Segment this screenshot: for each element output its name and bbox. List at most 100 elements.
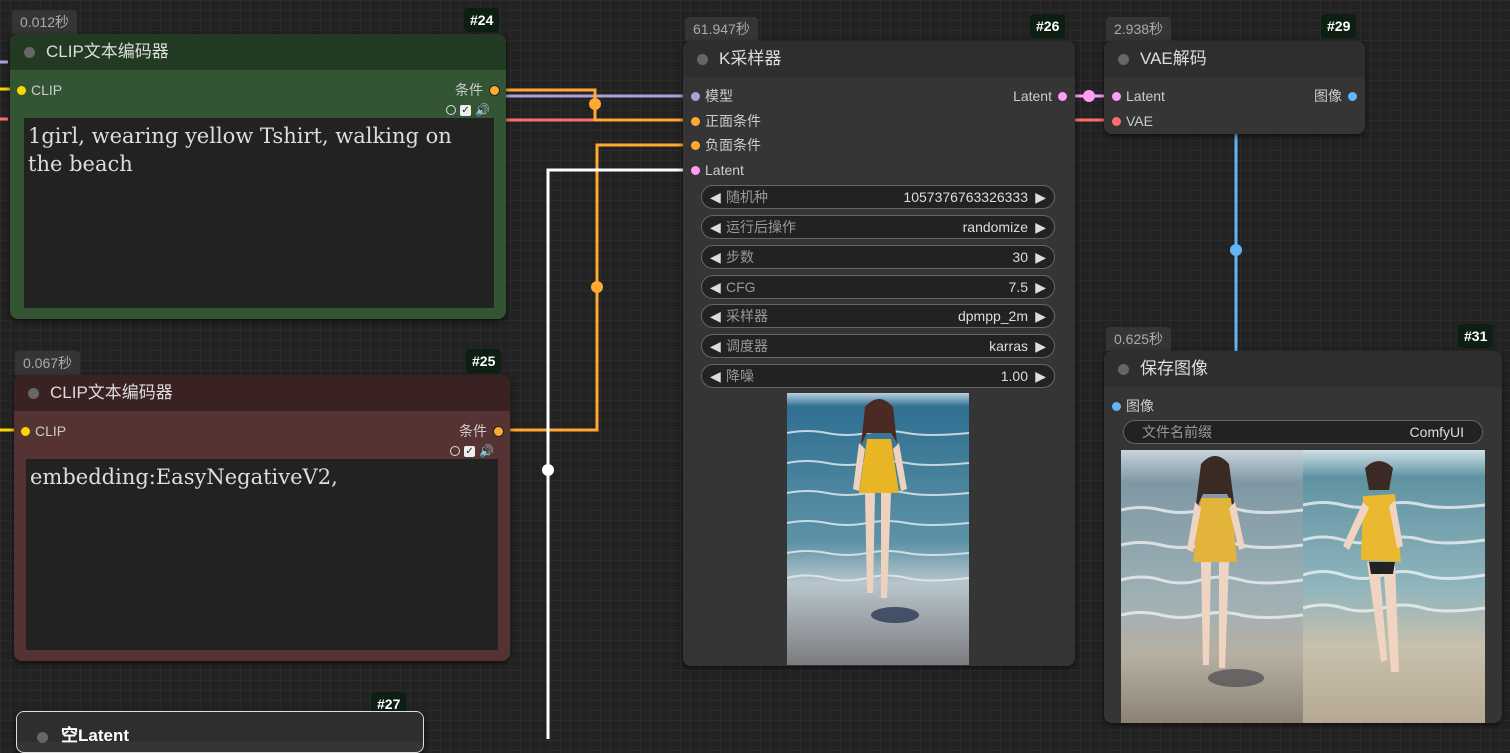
input-slot-clip[interactable]: CLIP	[17, 81, 62, 99]
beach-girl-preview-image	[787, 393, 969, 665]
input-slot-clip[interactable]: CLIP	[21, 422, 66, 440]
collapse-dot-icon[interactable]	[24, 47, 35, 58]
widget-value[interactable]: dpmpp_2m	[958, 305, 1028, 327]
widget-seed[interactable]: ◀ 随机种 1057376763326333 ▶	[701, 185, 1055, 209]
widget-value[interactable]: 1.00	[1001, 365, 1028, 387]
speaker-icon[interactable]: 🔊	[479, 444, 494, 458]
slot-label: 图像	[1126, 398, 1154, 414]
clip-text-encode-negative-node[interactable]: CLIP文本编码器 CLIP 条件 ✓ 🔊 embedding:EasyNegat…	[14, 375, 510, 661]
input-slot-image[interactable]: 图像	[1112, 397, 1154, 415]
node-title: 保存图像	[1140, 359, 1208, 378]
node-timer: 0.012秒	[12, 10, 78, 34]
decrement-arrow-icon[interactable]: ◀	[710, 365, 721, 387]
checkbox-icon[interactable]: ✓	[460, 104, 472, 116]
output-image-1[interactable]	[1121, 450, 1303, 723]
input-slot-model[interactable]: 模型	[691, 87, 733, 105]
conditioning-output-dot-icon[interactable]	[493, 425, 504, 437]
decrement-arrow-icon[interactable]: ◀	[710, 246, 721, 268]
input-slot-latent[interactable]: Latent	[691, 161, 744, 179]
clip-input-dot-icon[interactable]	[21, 426, 30, 436]
input-slot-positive[interactable]: 正面条件	[691, 112, 761, 130]
prompt-textarea[interactable]: 1girl, wearing yellow Tshirt, walking on…	[24, 118, 494, 308]
output-slot-conditioning[interactable]: 条件	[455, 81, 500, 99]
decrement-arrow-icon[interactable]: ◀	[710, 305, 721, 327]
node-title-bar[interactable]: K采样器	[683, 41, 1075, 77]
output-image-2[interactable]	[1303, 450, 1485, 723]
widget-sampler[interactable]: ◀ 采样器 dpmpp_2m ▶	[701, 304, 1055, 328]
node-title-bar[interactable]: VAE解码	[1104, 41, 1365, 77]
speaker-icon[interactable]: 🔊	[475, 103, 490, 117]
latent-output-dot-icon[interactable]	[1058, 91, 1067, 101]
widget-steps[interactable]: ◀ 步数 30 ▶	[701, 245, 1055, 269]
increment-arrow-icon[interactable]: ▶	[1035, 276, 1046, 298]
widget-denoise[interactable]: ◀ 降噪 1.00 ▶	[701, 364, 1055, 388]
model-input-dot-icon[interactable]	[691, 91, 700, 101]
clip-text-encode-positive-node[interactable]: CLIP文本编码器 CLIP 条件 ✓ 🔊 1girl, wearing yell…	[10, 34, 506, 319]
image-input-dot-icon[interactable]	[1112, 401, 1121, 411]
widget-cfg[interactable]: ◀ CFG 7.5 ▶	[701, 275, 1055, 299]
decrement-arrow-icon[interactable]: ◀	[710, 276, 721, 298]
negative-input-dot-icon[interactable]	[691, 140, 700, 150]
widget-label: 降噪	[726, 368, 754, 384]
node-title-bar[interactable]: 空Latent	[17, 712, 423, 745]
save-image-node[interactable]: 保存图像 图像 文件名前缀 ComfyUI	[1104, 351, 1502, 723]
widget-value[interactable]: ComfyUI	[1410, 421, 1464, 443]
output-slot-image[interactable]: 图像	[1314, 87, 1357, 105]
conditioning-output-dot-icon[interactable]	[489, 84, 500, 96]
output-slot-conditioning[interactable]: 条件	[459, 422, 504, 440]
checkbox-icon[interactable]: ✓	[464, 445, 476, 457]
decrement-arrow-icon[interactable]: ◀	[710, 335, 721, 357]
widget-value[interactable]: karras	[989, 335, 1028, 357]
widget-toggles: ✓ 🔊	[442, 103, 490, 117]
collapse-dot-icon[interactable]	[37, 732, 48, 743]
widget-control-after-generate[interactable]: ◀ 运行后操作 randomize ▶	[701, 215, 1055, 239]
increment-arrow-icon[interactable]: ▶	[1035, 246, 1046, 268]
decrement-arrow-icon[interactable]: ◀	[710, 186, 721, 208]
clip-input-dot-icon[interactable]	[17, 85, 26, 95]
node-title-bar[interactable]: CLIP文本编码器	[10, 34, 506, 70]
node-title: K采样器	[719, 49, 782, 68]
widget-filename-prefix[interactable]: 文件名前缀 ComfyUI	[1123, 420, 1483, 444]
increment-arrow-icon[interactable]: ▶	[1035, 365, 1046, 387]
vae-decode-node[interactable]: VAE解码 Latent VAE 图像	[1104, 41, 1365, 134]
slot-label: 正面条件	[705, 113, 761, 129]
output-slot-latent[interactable]: Latent	[1013, 87, 1067, 105]
widget-value[interactable]: 1057376763326333	[903, 186, 1028, 208]
vae-input-dot-icon[interactable]	[1112, 116, 1121, 126]
input-slot-negative[interactable]: 负面条件	[691, 136, 761, 154]
beach-girl-output-image-2	[1303, 450, 1485, 723]
input-slot-latent[interactable]: Latent	[1112, 87, 1165, 105]
link-image-reroute	[1230, 244, 1242, 256]
decrement-arrow-icon[interactable]: ◀	[710, 216, 721, 238]
node-timer: 2.938秒	[1106, 17, 1172, 41]
positive-input-dot-icon[interactable]	[691, 116, 700, 126]
node-title-bar[interactable]: CLIP文本编码器	[14, 375, 510, 411]
ksampler-node[interactable]: K采样器 模型 正面条件 负面条件 Latent Latent ◀ 随机种 10…	[683, 41, 1075, 666]
image-output-dot-icon[interactable]	[1348, 91, 1357, 101]
increment-arrow-icon[interactable]: ▶	[1035, 186, 1046, 208]
widget-value[interactable]: randomize	[963, 216, 1028, 238]
widget-value[interactable]: 7.5	[1009, 276, 1028, 298]
increment-arrow-icon[interactable]: ▶	[1035, 216, 1046, 238]
node-title: CLIP文本编码器	[50, 383, 173, 402]
increment-arrow-icon[interactable]: ▶	[1035, 305, 1046, 327]
collapse-dot-icon[interactable]	[1118, 364, 1129, 375]
collapse-dot-icon[interactable]	[1118, 54, 1129, 65]
collapse-dot-icon[interactable]	[28, 388, 39, 399]
prompt-textarea[interactable]: embedding:EasyNegativeV2,	[26, 459, 498, 650]
node-title: VAE解码	[1140, 49, 1207, 68]
input-slot-vae[interactable]: VAE	[1112, 112, 1153, 130]
node-timer: 0.067秒	[15, 351, 81, 375]
slot-label: 图像	[1314, 88, 1342, 104]
widget-scheduler[interactable]: ◀ 调度器 karras ▶	[701, 334, 1055, 358]
circle-toggle-icon[interactable]	[446, 105, 457, 116]
latent-input-dot-icon[interactable]	[1112, 91, 1121, 101]
collapse-dot-icon[interactable]	[697, 54, 708, 65]
circle-toggle-icon[interactable]	[450, 446, 461, 457]
increment-arrow-icon[interactable]: ▶	[1035, 335, 1046, 357]
empty-latent-node[interactable]: 空Latent	[16, 711, 424, 753]
node-title-bar[interactable]: 保存图像	[1104, 351, 1502, 387]
widget-toggles: ✓ 🔊	[446, 444, 494, 458]
widget-value[interactable]: 30	[1012, 246, 1028, 268]
latent-input-dot-icon[interactable]	[691, 165, 700, 175]
